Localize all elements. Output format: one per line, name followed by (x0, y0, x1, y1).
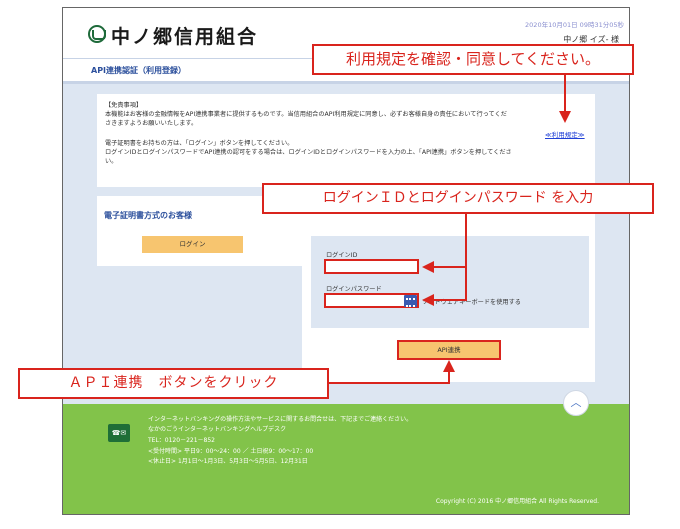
footer-closed: <休止日> 1月1日～1月3日、5月3日～5月5日、12月31日 (148, 458, 308, 465)
login-id-label: ログインID (326, 252, 358, 259)
footer-line: インターネットバンキングの操作方法やサービスに関するお問合せは、下記までご連絡く… (148, 416, 413, 423)
disclaimer-line: 本機能はお客様の金融情報をAPI連携事業者に提供するものです。当信用組合のAPI… (105, 111, 507, 118)
disclaimer-panel: 【免責事項】 本機能はお客様の金融情報をAPI連携事業者に提供するものです。当信… (97, 94, 595, 187)
soft-keyboard-label[interactable]: ソフトウェアキーボードを使用する (422, 297, 521, 306)
footer-line: なかのごうインターネットバンキングヘルプデスク (148, 426, 287, 433)
login-password-label: ログインパスワード (326, 286, 382, 293)
login-datetime: 2020年10月01日 09時31分05秒 (525, 21, 624, 29)
site-footer: ☎✉ インターネットバンキングの操作方法やサービスに関するお問合せは、下記までご… (63, 404, 629, 514)
disclaimer-line: ログインIDとログインパスワードでAPI連携の認可をする場合は、ログインIDとロ… (105, 149, 512, 156)
certificate-title: 電子証明書方式のお客様 (104, 211, 192, 220)
chevron-up-icon[interactable]: ︿ (563, 390, 589, 416)
login-callout: ログインＩＤとログインパスワード を入力 (262, 183, 654, 214)
footer-phone: TEL：0120－221－852 (148, 437, 215, 444)
disclaimer-line: さきますようお願いいたします。 (105, 120, 198, 127)
api-callout: ＡＰＩ連携 ボタンをクリック (18, 368, 329, 399)
footer-hours: <受付時間> 平日9：00～24：00 ／ 土日祝9：00～17：00 (148, 448, 314, 455)
terms-link[interactable]: ≪利用規定≫ (545, 129, 585, 139)
page-title: API連携認証（利用登録） (91, 66, 187, 75)
copyright: Copyright (C) 2016 中ノ郷信用組合 All Rights Re… (435, 498, 599, 505)
keyboard-icon[interactable] (404, 295, 417, 307)
disclaimer-line: い。 (105, 158, 118, 165)
bank-logo: 中ノ郷信用組合 (111, 26, 259, 48)
login-id-input[interactable] (324, 259, 419, 274)
contact-icon: ☎✉ (108, 424, 130, 442)
api-link-button[interactable]: API連携 (397, 340, 501, 360)
logo-icon (88, 25, 106, 43)
disclaimer-heading: 【免責事項】 (105, 102, 143, 109)
terms-callout: 利用規定を確認・同意してください。 (312, 44, 634, 75)
disclaimer-line: 電子証明書をお持ちの方は、「ログイン」ボタンを押してください。 (105, 140, 294, 147)
certificate-login-button[interactable]: ログイン (142, 236, 243, 253)
